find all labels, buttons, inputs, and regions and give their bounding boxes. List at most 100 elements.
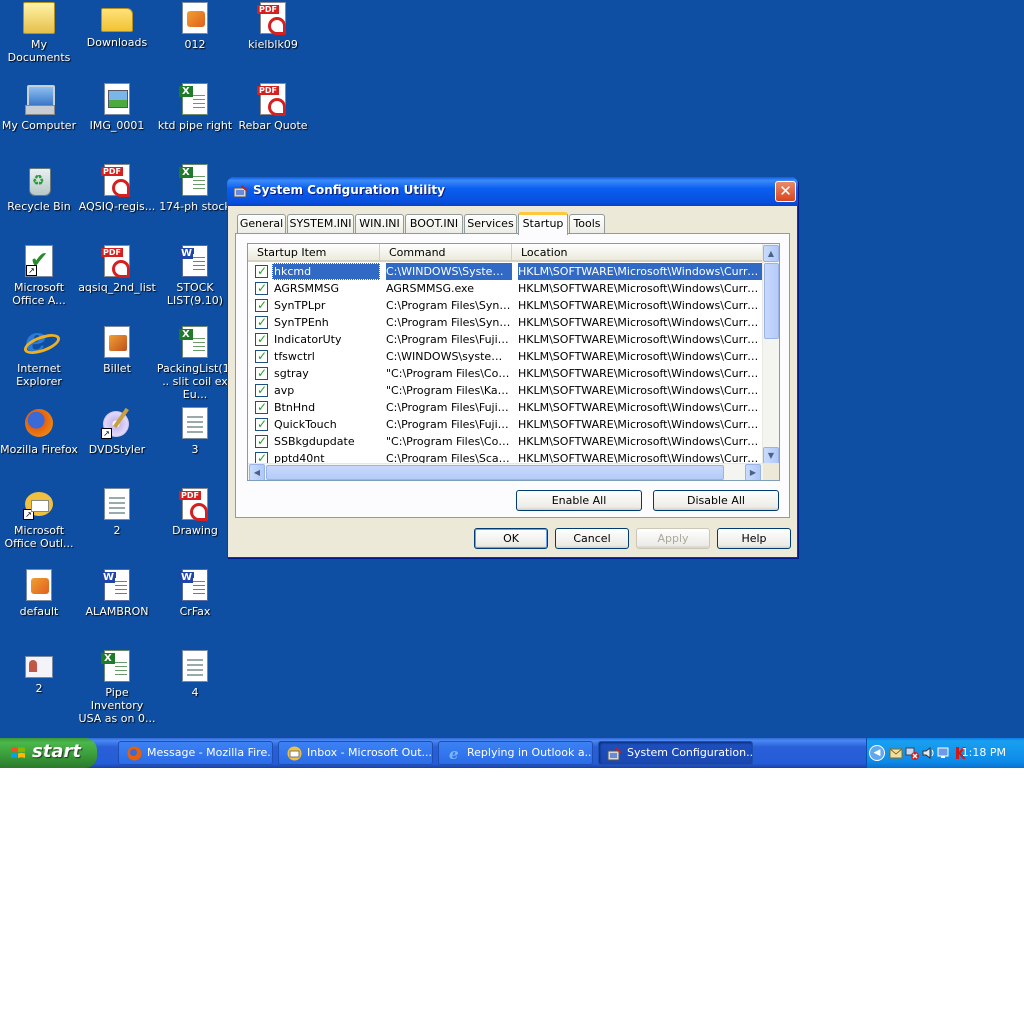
desktop-icon[interactable]: default [0,569,78,618]
desktop-icon[interactable]: Recycle Bin [0,164,78,213]
desktop-icon[interactable]: 012 [156,2,234,51]
help-button[interactable]: Help [717,528,791,549]
desktop-icon[interactable]: 2 [78,488,156,537]
doc-icon [182,407,208,439]
cancel-button[interactable]: Cancel [555,528,629,549]
startup-item-checkbox[interactable] [255,433,268,450]
table-row[interactable]: sgtray "C:\Program Files\Com... HKLM\SOFTW… [248,365,763,382]
startup-item-checkbox[interactable] [255,314,268,331]
startup-item-checkbox[interactable] [255,348,268,365]
desktop-icon[interactable]: ktd pipe right [156,83,234,132]
scroll-down-button[interactable]: ▼ [763,447,779,464]
startup-item-checkbox[interactable] [255,416,268,433]
ok-button[interactable]: OK [474,528,548,549]
desktop-icon[interactable]: 4 [156,650,234,699]
tab-system-ini[interactable]: SYSTEM.INI [287,214,354,234]
tab-general[interactable]: General [237,214,286,234]
desktop-icon[interactable]: Pipe Inventory USA as on 0... [78,650,156,725]
desktop-icon[interactable]: 2 [0,650,78,695]
startup-item-name: SynTPEnh [274,316,329,329]
xls-icon [179,83,208,115]
desktop-icon[interactable]: Drawing [156,488,234,537]
startup-item-command: C:\Program Files\Fujit... [386,401,512,414]
taskbar-button[interactable]: e Replying in Outlook a... [438,741,593,765]
horizontal-scrollbar[interactable]: ◀ ▶ [248,463,779,480]
desktop-icon[interactable]: STOCK LIST(9.10) [156,245,234,307]
startup-item-checkbox[interactable] [255,331,268,348]
desktop-icon[interactable]: aqsiq_2nd_list [78,245,156,294]
startup-item-checkbox[interactable] [255,382,268,399]
column-header-startup-item[interactable]: Startup Item [248,244,380,261]
table-row[interactable]: AGRSMMSG AGRSMMSG.exe HKLM\SOFTWARE\Micros… [248,280,763,297]
apply-button[interactable]: Apply [636,528,710,549]
tab-win-ini[interactable]: WIN.INI [355,214,404,234]
startup-item-checkbox[interactable] [255,263,268,280]
computer-icon [23,83,55,115]
horizontal-scroll-thumb[interactable] [266,465,724,480]
desktop-icon-label: Billet [103,362,131,375]
desktop-icon[interactable]: My Computer [0,83,78,132]
volume-icon[interactable] [921,746,935,760]
taskbar-button-label: Inbox - Microsoft Out... [307,746,433,759]
desktop-icon[interactable]: Mozilla Firefox [0,407,78,456]
desktop-icon[interactable]: Internet Explorer [0,320,78,388]
tab-tools[interactable]: Tools [569,214,605,234]
display-icon[interactable] [937,746,951,760]
startup-item-checkbox[interactable] [255,280,268,297]
table-row[interactable]: SynTPEnh C:\Program Files\Syna... HKLM\SOF… [248,314,763,331]
enable-all-button[interactable]: Enable All [516,490,642,511]
startup-item-checkbox[interactable] [255,365,268,382]
scroll-up-button[interactable]: ▲ [763,245,779,262]
table-row[interactable]: IndicatorUty C:\Program Files\Fujit... HKL… [248,331,763,348]
desktop-icon[interactable]: AQSIQ-regis... [78,164,156,213]
start-button[interactable]: start [0,738,97,768]
column-header-location[interactable]: Location [512,244,763,261]
desktop-icon[interactable]: kielblk09 [234,2,312,51]
desktop-icon[interactable]: CrFax [156,569,234,618]
vertical-scroll-thumb[interactable] [764,263,779,339]
show-hidden-icons-button[interactable]: ◀ [869,745,885,761]
table-row[interactable]: SSBkgdupdate "C:\Program Files\Com... HKLM… [248,433,763,450]
desktop-icon[interactable]: ↗ Microsoft Office Outl... [0,488,78,550]
desktop-icon[interactable]: Downloads [78,2,156,49]
desktop-icon[interactable]: Rebar Quote [234,83,312,132]
close-button[interactable]: ✕ [775,181,796,202]
vertical-scrollbar[interactable]: ▲ ▼ [762,244,779,465]
desktop-icon-label: aqsiq_2nd_list [78,281,156,294]
network-disconnected-icon[interactable] [905,746,919,760]
tab-services[interactable]: Services [464,214,517,234]
tab-startup[interactable]: Startup [518,212,568,235]
startup-item-checkbox[interactable] [255,297,268,314]
disable-all-button[interactable]: Disable All [653,490,779,511]
desktop-icon-label: Rebar Quote [238,119,308,132]
table-row[interactable]: BtnHnd C:\Program Files\Fujit... HKLM\SOFT… [248,399,763,416]
taskbar-button[interactable]: System Configuration... [598,741,753,765]
desktop-icon[interactable]: PackingList(1... slit coil ex Eu... [156,326,234,401]
table-row[interactable]: hkcmd C:\WINDOWS\System... HKLM\SOFTWARE\M… [248,263,763,280]
table-row[interactable]: tfswctrl C:\WINDOWS\system... HKLM\SOFTWAR… [248,348,763,365]
scroll-left-button[interactable]: ◀ [249,464,265,480]
column-header-command[interactable]: Command [380,244,512,261]
table-row[interactable]: SynTPLpr C:\Program Files\Syna... HKLM\SOF… [248,297,763,314]
desktop-icon[interactable]: 3 [156,407,234,456]
startup-list[interactable]: Startup Item Command Location hkcmd C:\WI… [247,243,780,481]
dialog-titlebar[interactable]: System Configuration Utility ✕ [227,177,798,206]
desktop-icon[interactable]: Billet [78,326,156,375]
desktop-icon[interactable]: ↗ Microsoft Office A... [0,245,78,307]
scroll-right-button[interactable]: ▶ [745,464,761,480]
taskbar-button[interactable]: Inbox - Microsoft Out... [278,741,433,765]
desktop-icon[interactable]: My Documents [0,2,78,64]
tab-boot-ini[interactable]: BOOT.INI [405,214,463,234]
desktop-icon-label: Drawing [172,524,218,537]
desktop-icon[interactable]: ALAMBRON [78,569,156,618]
table-row[interactable]: QuickTouch C:\Program Files\Fujit... HKLM\… [248,416,763,433]
table-row[interactable]: avp "C:\Program Files\Kas... HKLM\SOFTWARE… [248,382,763,399]
desktop-icon[interactable]: IMG_0001 [78,83,156,132]
desktop-icon[interactable]: ↗ DVDStyler [78,407,156,456]
mail-icon[interactable] [889,746,903,760]
msconfig-icon [607,747,622,761]
startup-item-command: C:\Program Files\Fujit... [386,418,512,431]
desktop-icon[interactable]: 174-ph stock [156,164,234,213]
startup-item-checkbox[interactable] [255,399,268,416]
taskbar-button[interactable]: Message - Mozilla Fire... [118,741,273,765]
